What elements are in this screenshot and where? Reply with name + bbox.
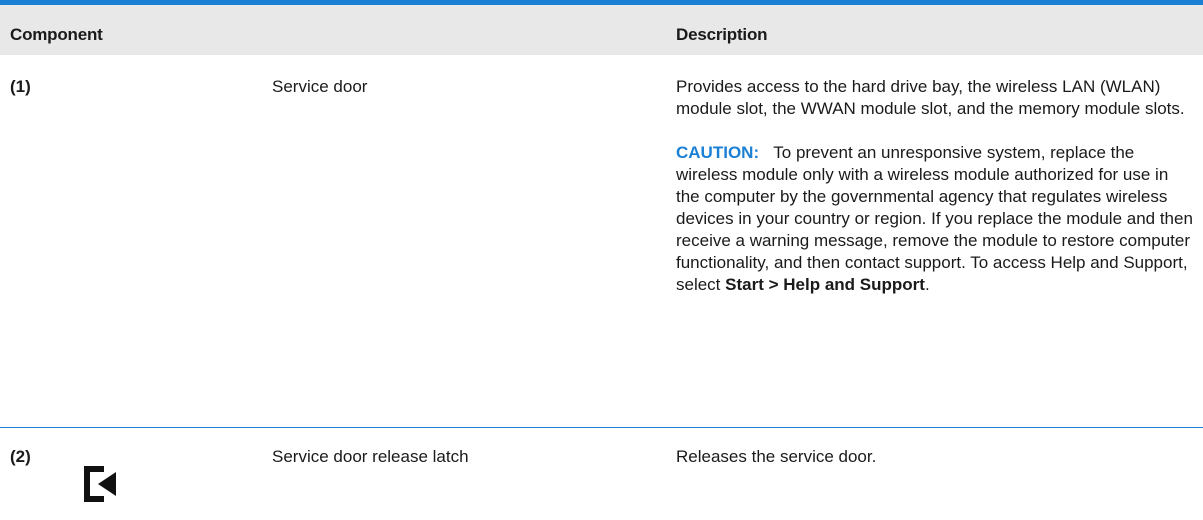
component-table: Component Description (1) Service door P… xyxy=(0,0,1203,520)
row-2-component-name: Service door release latch xyxy=(272,447,469,466)
description-column-header: Description xyxy=(676,25,768,44)
caution-end-punctuation: . xyxy=(924,275,930,294)
table-header-row: Component Description xyxy=(0,5,1203,55)
row-2-description: Releases the service door. xyxy=(676,447,877,466)
row-1-component-name: Service door xyxy=(272,77,368,96)
caution-text: To prevent an unresponsive system, repla… xyxy=(676,143,1193,294)
caution-label: CAUTION: xyxy=(676,143,760,162)
caution-note: CAUTION: To prevent an unresponsive syst… xyxy=(676,142,1196,296)
row-1-description: Provides access to the hard drive bay, t… xyxy=(676,76,1196,296)
help-and-support-path: Start > Help and Support xyxy=(725,275,925,294)
row-1-description-text: Provides access to the hard drive bay, t… xyxy=(676,77,1185,118)
row-2-number: (2) xyxy=(10,447,31,466)
row-separator xyxy=(0,427,1203,428)
row-1-number: (1) xyxy=(10,77,31,96)
service-door-release-latch-icon xyxy=(84,466,116,502)
component-column-header: Component xyxy=(10,25,103,44)
